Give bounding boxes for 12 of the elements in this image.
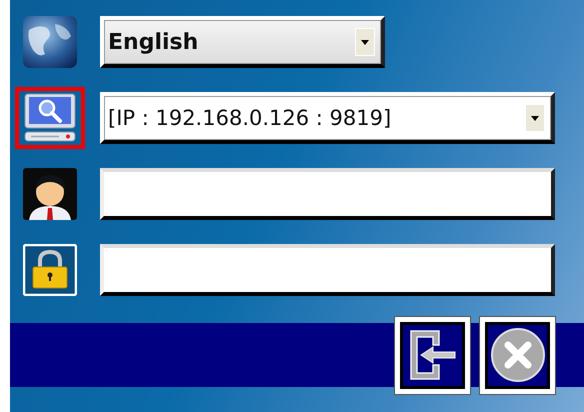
padlock-icon (23, 244, 77, 296)
dropdown[interactable]: [IP : 192.168.0.126 : 9819] (100, 92, 555, 144)
password-field[interactable] (100, 244, 555, 296)
user-avatar-icon (23, 168, 77, 220)
globe-icon (23, 16, 77, 68)
computer-search-icon (23, 92, 77, 144)
icon-frame[interactable] (15, 87, 85, 149)
cancel-button[interactable] (480, 316, 555, 394)
close-icon (490, 327, 546, 383)
username-field[interactable] (100, 168, 555, 220)
dropdown[interactable]: English (100, 16, 385, 68)
login-button[interactable] (395, 316, 470, 394)
